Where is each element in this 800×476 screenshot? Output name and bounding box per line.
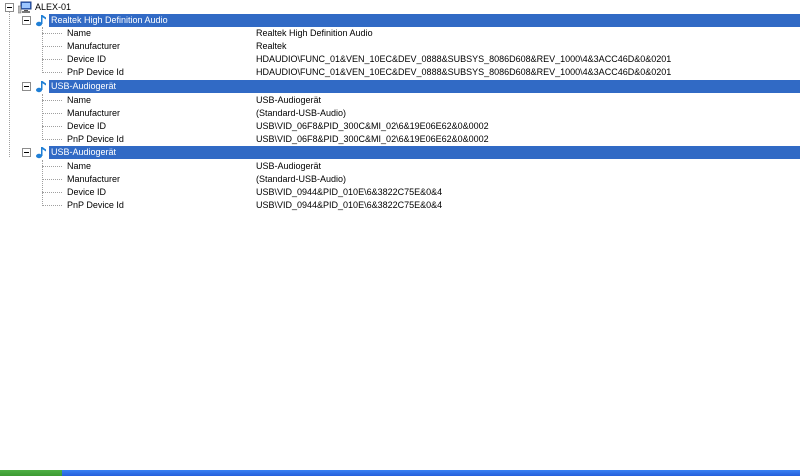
property-row[interactable]: Manufacturer (Standard-USB-Audio) — [0, 173, 800, 186]
property-name: PnP Device Id — [67, 200, 124, 210]
property-row[interactable]: PnP Device Id USB\VID_06F8&PID_300C&MI_0… — [0, 133, 800, 146]
property-value: USB-Audiogerät — [256, 95, 322, 105]
root-label: ALEX-01 — [35, 2, 72, 12]
property-value: Realtek High Definition Audio — [256, 28, 373, 38]
property-value: HDAUDIO\FUNC_01&VEN_10EC&DEV_0888&SUBSYS… — [256, 54, 672, 64]
start-button[interactable] — [0, 470, 62, 476]
property-name: Name — [67, 161, 92, 171]
selection-highlight — [49, 146, 800, 159]
property-name: Manufacturer — [67, 108, 121, 118]
music-note-icon — [36, 15, 46, 27]
device-label: USB-Audiogerät — [51, 147, 117, 157]
property-row[interactable]: Manufacturer Realtek — [0, 40, 800, 53]
property-row[interactable]: PnP Device Id HDAUDIO\FUNC_01&VEN_10EC&D… — [0, 66, 800, 79]
device-label: Realtek High Definition Audio — [51, 15, 168, 25]
property-name: Device ID — [67, 121, 107, 131]
music-note-icon — [36, 81, 46, 93]
tree-device-node[interactable]: Realtek High Definition Audio — [0, 14, 800, 27]
property-value: (Standard-USB-Audio) — [256, 108, 347, 118]
tree-device-node[interactable]: USB-Audiogerät — [0, 146, 800, 159]
property-value: (Standard-USB-Audio) — [256, 174, 347, 184]
property-value: HDAUDIO\FUNC_01&VEN_10EC&DEV_0888&SUBSYS… — [256, 67, 672, 77]
property-value: USB\VID_06F8&PID_300C&MI_02\6&19E06E62&0… — [256, 134, 489, 144]
tree-root-node[interactable]: ALEX-01 — [0, 1, 800, 14]
computer-icon — [18, 1, 32, 14]
property-name: Device ID — [67, 54, 107, 64]
property-row[interactable]: Device ID HDAUDIO\FUNC_01&VEN_10EC&DEV_0… — [0, 53, 800, 66]
property-value: USB\VID_0944&PID_010E\6&3822C75E&0&4 — [256, 187, 443, 197]
collapse-toggle[interactable] — [5, 3, 14, 12]
property-name: Device ID — [67, 187, 107, 197]
collapse-toggle[interactable] — [22, 16, 31, 25]
music-note-icon — [36, 147, 46, 159]
property-value: USB-Audiogerät — [256, 161, 322, 171]
collapse-toggle[interactable] — [22, 148, 31, 157]
property-row[interactable]: Name Realtek High Definition Audio — [0, 27, 800, 40]
selection-highlight — [49, 80, 800, 93]
property-name: PnP Device Id — [67, 134, 124, 144]
device-label: USB-Audiogerät — [51, 81, 117, 91]
property-name: PnP Device Id — [67, 67, 124, 77]
property-row[interactable]: Name USB-Audiogerät — [0, 160, 800, 173]
property-name: Name — [67, 95, 92, 105]
property-row[interactable]: Manufacturer (Standard-USB-Audio) — [0, 107, 800, 120]
collapse-toggle[interactable] — [22, 82, 31, 91]
taskbar — [0, 470, 800, 476]
property-row[interactable]: Name USB-Audiogerät — [0, 94, 800, 107]
device-tree[interactable]: ALEX-01 Realtek High Definition Audio Na… — [0, 0, 800, 470]
property-row[interactable]: Device ID USB\VID_0944&PID_010E\6&3822C7… — [0, 186, 800, 199]
property-value: USB\VID_06F8&PID_300C&MI_02\6&19E06E62&0… — [256, 121, 489, 131]
property-name: Manufacturer — [67, 174, 121, 184]
property-value: Realtek — [256, 41, 287, 51]
tree-device-node[interactable]: USB-Audiogerät — [0, 80, 800, 93]
property-value: USB\VID_0944&PID_010E\6&3822C75E&0&4 — [256, 200, 443, 210]
property-row[interactable]: PnP Device Id USB\VID_0944&PID_010E\6&38… — [0, 199, 800, 212]
property-name: Manufacturer — [67, 41, 121, 51]
property-name: Name — [67, 28, 92, 38]
property-row[interactable]: Device ID USB\VID_06F8&PID_300C&MI_02\6&… — [0, 120, 800, 133]
